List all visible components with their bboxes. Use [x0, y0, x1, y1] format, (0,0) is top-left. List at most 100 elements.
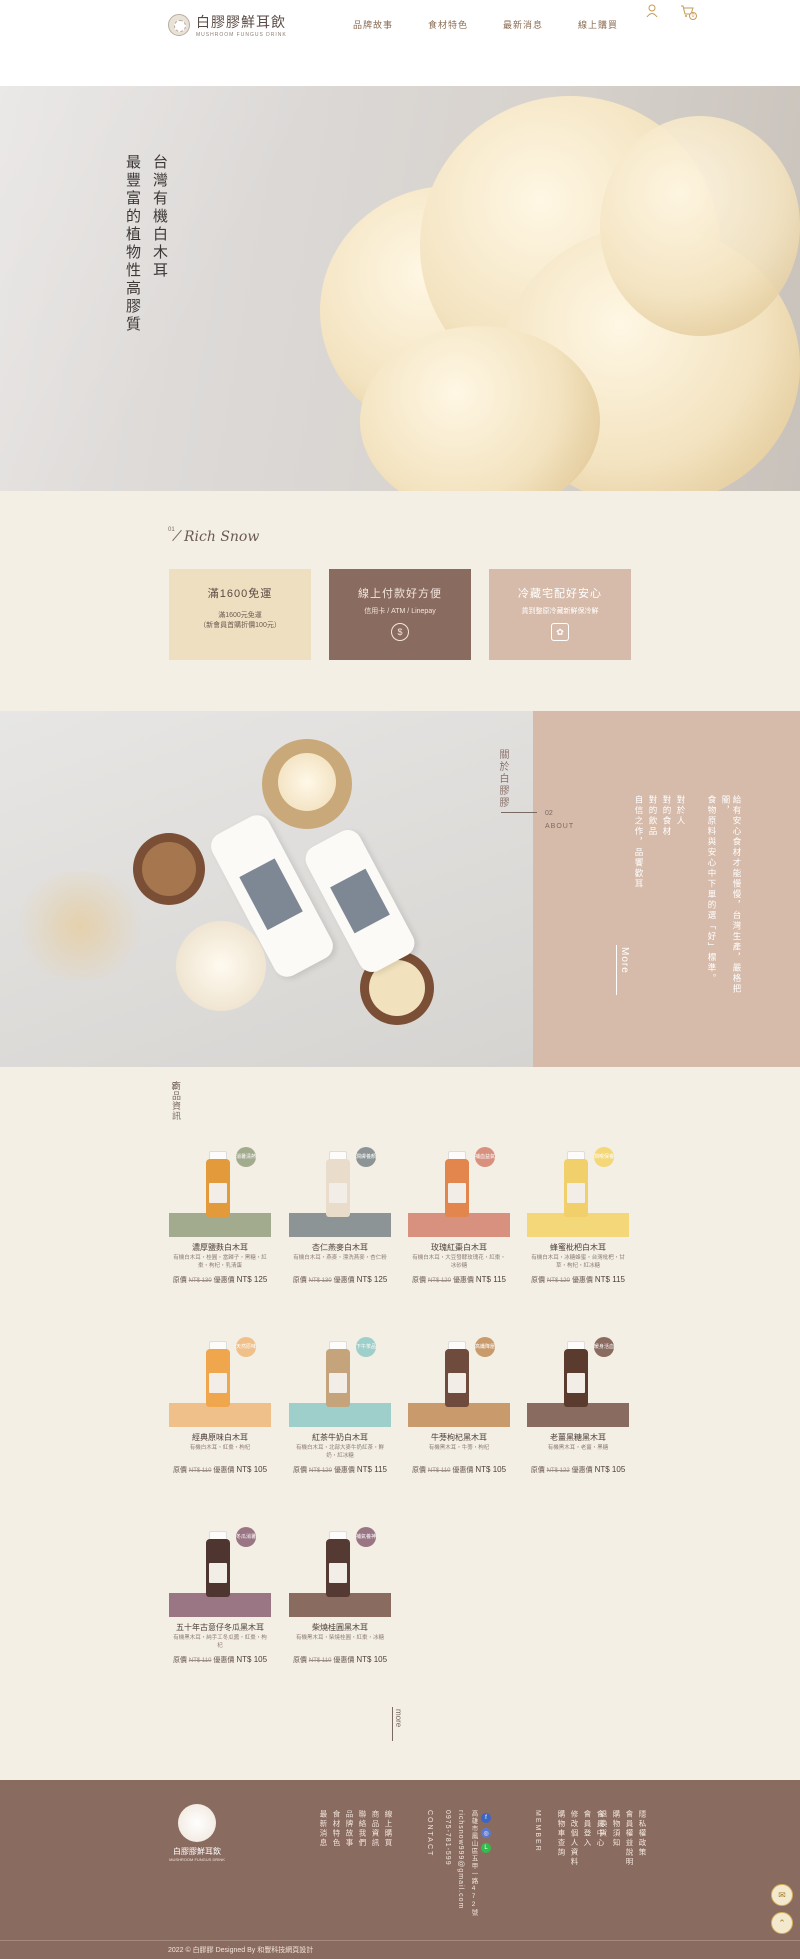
sale-price-label: 優惠價 — [333, 1277, 355, 1284]
product-name[interactable]: 經典原味白木耳 — [169, 1432, 271, 1443]
footer-email[interactable]: richsnow999@gmail.com — [457, 1810, 464, 1909]
sale-price: NT$ 105 — [356, 1655, 388, 1664]
card-cold-delivery-title: 冷藏宅配好安心 — [518, 588, 602, 600]
service-section: 01 Rich Snow 滿1600免運 滿1600元免運 （新會員首購折價10… — [0, 491, 800, 711]
nav-ingredients[interactable]: 食材特色 — [428, 18, 468, 31]
about-more-link[interactable]: More — [619, 947, 630, 974]
footer-link-products[interactable]: 商品資訊 — [370, 1810, 381, 1848]
footer-link-contact[interactable]: 聯絡我們 — [357, 1810, 368, 1848]
logo-title: 白膠膠鮮耳飲 — [196, 16, 286, 31]
orig-price: NT$ 122 — [546, 1468, 570, 1474]
footer-order-query[interactable]: 購物車查詢 — [556, 1810, 567, 1867]
bottle-label — [329, 1373, 347, 1393]
bottle-label — [329, 1183, 347, 1203]
footer-privacy[interactable]: 隱私權政策 — [637, 1810, 648, 1867]
about-number: 02 — [545, 810, 553, 817]
product-price: 原價 NT$ 110 優惠價 NT$ 105 — [289, 1655, 391, 1665]
product-card[interactable]: 暖身活血 老薑黑糖黑木耳 有機黑木耳・老薑・黑糖 原價 NT$ 122 優惠價 NT$… — [527, 1337, 629, 1497]
white-fungus-pile — [176, 921, 266, 1011]
product-description: 有機白木耳・燕麥・漂洗燕麥・杏仁粉 — [293, 1255, 387, 1261]
bottle-label — [209, 1183, 227, 1203]
nav-brand-story[interactable]: 品牌故事 — [353, 18, 393, 31]
footer-logo[interactable]: 白膠膠鮮耳飲 MUSHROOM FUNGUS DRINK — [168, 1804, 226, 1862]
footer-logo-title: 白膠膠鮮耳飲 — [173, 1847, 221, 1856]
product-name[interactable]: 牛蒡枸杞黑木耳 — [408, 1432, 510, 1443]
product-name[interactable]: 蜂蜜枇杷白木耳 — [527, 1242, 629, 1253]
product-card[interactable]: 下午茶品 紅茶牛奶白木耳 有機白木耳・北部大麥牛奶紅茶・鮮奶・紅冰糖 原價 NT$ 1… — [289, 1337, 391, 1497]
product-name[interactable]: 老薑黑糖黑木耳 — [527, 1432, 629, 1443]
product-price: 原價 NT$ 120 優惠價 NT$ 115 — [289, 1465, 391, 1475]
product-card[interactable]: 補血益氣 玫瑰紅棗白木耳 有機白木耳・大豆發酵玫瑰花・紅棗・冰砂糖 原價 NT$ 12… — [408, 1147, 510, 1307]
orig-price-label: 原價 — [172, 1277, 187, 1284]
dollar-icon: $ — [391, 623, 409, 641]
footer-member-login[interactable]: 會員登入 — [582, 1810, 593, 1867]
product-card[interactable]: 消暑清熱 濃厚鹽麩白木耳 有機白木耳・桂圓・當歸子・黑糖・紅棗・枸杞・乳清蛋 原價 N… — [169, 1147, 271, 1307]
hero-banner: 台灣有機白木耳 最豐富的植物性高膠質 — [0, 86, 800, 491]
chat-float-icon[interactable]: ✉ — [771, 1884, 793, 1906]
orig-price: NT$ 110 — [308, 1658, 332, 1664]
bottle-label — [209, 1373, 227, 1393]
card-free-shipping-sub2: （新會員首購折價100元） — [199, 622, 281, 629]
nav-news[interactable]: 最新消息 — [503, 18, 543, 31]
back-to-top-icon[interactable]: ⌃ — [771, 1912, 793, 1934]
product-card[interactable]: 補氣養神 柴燒桂圓黑木耳 有機黑木耳・柴燒桂圓・紅棗・冰糖 原價 NT$ 110 優惠… — [289, 1527, 391, 1687]
card-free-shipping[interactable]: 滿1600免運 滿1600元免運 （新會員首購折價100元） — [169, 569, 311, 660]
user-icon[interactable] — [646, 4, 658, 18]
product-price: 原價 NT$ 122 優惠價 NT$ 105 — [527, 1465, 629, 1475]
footer-link-news[interactable]: 最新消息 — [318, 1810, 329, 1848]
product-card[interactable]: 潤喉保養 蜂蜜枇杷白木耳 有機白木耳・冰糖蜂蜜・台灣枇杷・甘草・枸杞・紅冰糖 原價 N… — [527, 1147, 629, 1307]
footer-link-shop[interactable]: 線上購買 — [383, 1810, 394, 1848]
sale-price: NT$ 105 — [594, 1465, 626, 1474]
card-online-payment[interactable]: 線上付款好方便 信用卡 / ATM / Linepay $ — [329, 569, 471, 660]
sale-price-label: 優惠價 — [213, 1277, 235, 1284]
bottle-label — [448, 1373, 466, 1393]
bottle-label — [448, 1183, 466, 1203]
orig-price: NT$ 120 — [427, 1278, 451, 1284]
footer-phone[interactable]: 0975-781-599 — [444, 1810, 451, 1866]
product-card[interactable]: 天然原味 經典原味白木耳 有機白木耳・紅棗・枸杞 原價 NT$ 110 優惠價 NT$… — [169, 1337, 271, 1497]
orig-price: NT$ 130 — [188, 1278, 212, 1284]
instagram-icon[interactable]: ◎ — [481, 1828, 491, 1838]
product-name[interactable]: 五十年古意仔冬瓜黑木耳 — [169, 1622, 271, 1633]
bottle-label — [567, 1183, 585, 1203]
product-name[interactable]: 柴燒桂圓黑木耳 — [289, 1622, 391, 1633]
orig-price: NT$ 130 — [308, 1278, 332, 1284]
product-description: 有機黑木耳・老薑・黑糖 — [547, 1445, 609, 1451]
footer-member-rights[interactable]: 會員權益說明 — [624, 1810, 635, 1867]
section1-number: 01 — [168, 527, 175, 533]
section1-script-title: Rich Snow — [184, 529, 260, 545]
sale-price: NT$ 115 — [594, 1275, 625, 1284]
line-icon[interactable]: L — [481, 1843, 491, 1853]
footer-copyright: 2022 © 白膠膠 Designed By 和豐科技網頁設計 — [168, 1947, 314, 1954]
cart-count-badge: 0 — [689, 12, 697, 20]
footer-member-profile[interactable]: 修改個人資料 — [569, 1810, 580, 1867]
product-name[interactable]: 濃厚鹽麩白木耳 — [169, 1242, 271, 1253]
footer-contact-label: CONTACT — [426, 1810, 433, 1858]
footer-shopping-notice[interactable]: 購物須知 — [611, 1810, 622, 1867]
orig-price-label: 原價 — [530, 1467, 545, 1474]
sale-price-label: 優惠價 — [213, 1467, 235, 1474]
product-description: 有機白木耳・桂圓・當歸子・黑糖・紅棗・枸杞・乳清蛋 — [173, 1255, 267, 1269]
site-logo[interactable]: 白膠膠鮮耳飲 MUSHROOM FUNGUS DRINK — [168, 12, 287, 38]
product-name[interactable]: 紅茶牛奶白木耳 — [289, 1432, 391, 1443]
product-tag-badge: 潤膚養顏 — [356, 1147, 376, 1167]
product-card[interactable]: 潤膚養顏 杏仁燕麥白木耳 有機白木耳・燕麥・漂洗燕麥・杏仁粉 原價 NT$ 130 優… — [289, 1147, 391, 1307]
product-name[interactable]: 杏仁燕麥白木耳 — [289, 1242, 391, 1253]
nav-shop[interactable]: 線上購買 — [578, 18, 618, 31]
product-name[interactable]: 玫瑰紅棗白木耳 — [408, 1242, 510, 1253]
sale-price-label: 優惠價 — [452, 1277, 474, 1284]
footer-link-brand[interactable]: 品牌故事 — [344, 1810, 355, 1848]
product-card[interactable]: 冬瓜消暑 五十年古意仔冬瓜黑木耳 有機黑木耳・純手工冬瓜醬・紅棗・枸杞 原價 NT$ … — [169, 1527, 271, 1687]
bottle-label — [567, 1373, 585, 1393]
orig-price: NT$ 110 — [188, 1468, 212, 1474]
product-card[interactable]: 高纖降壓 牛蒡枸杞黑木耳 有機黑木耳・牛蒡・枸杞 原價 NT$ 110 優惠價 NT$… — [408, 1337, 510, 1497]
products-more-link[interactable]: more — [394, 1709, 403, 1727]
footer-link-ingredients[interactable]: 食材特色 — [331, 1810, 342, 1848]
product-description: 有機白木耳・冰糖蜂蜜・台灣枇杷・甘草・枸杞・紅冰糖 — [531, 1255, 625, 1269]
orig-price-label: 原價 — [172, 1657, 187, 1664]
sale-price-label: 優惠價 — [452, 1467, 474, 1474]
card-cold-delivery[interactable]: 冷藏宅配好安心 貨到整原冷藏新鮮保冷鮮 ✿ — [489, 569, 631, 660]
facebook-icon[interactable]: f — [481, 1813, 491, 1823]
about-line-4: 對的食材 — [662, 795, 672, 837]
footer-returns[interactable]: 退換貨 — [598, 1810, 609, 1867]
